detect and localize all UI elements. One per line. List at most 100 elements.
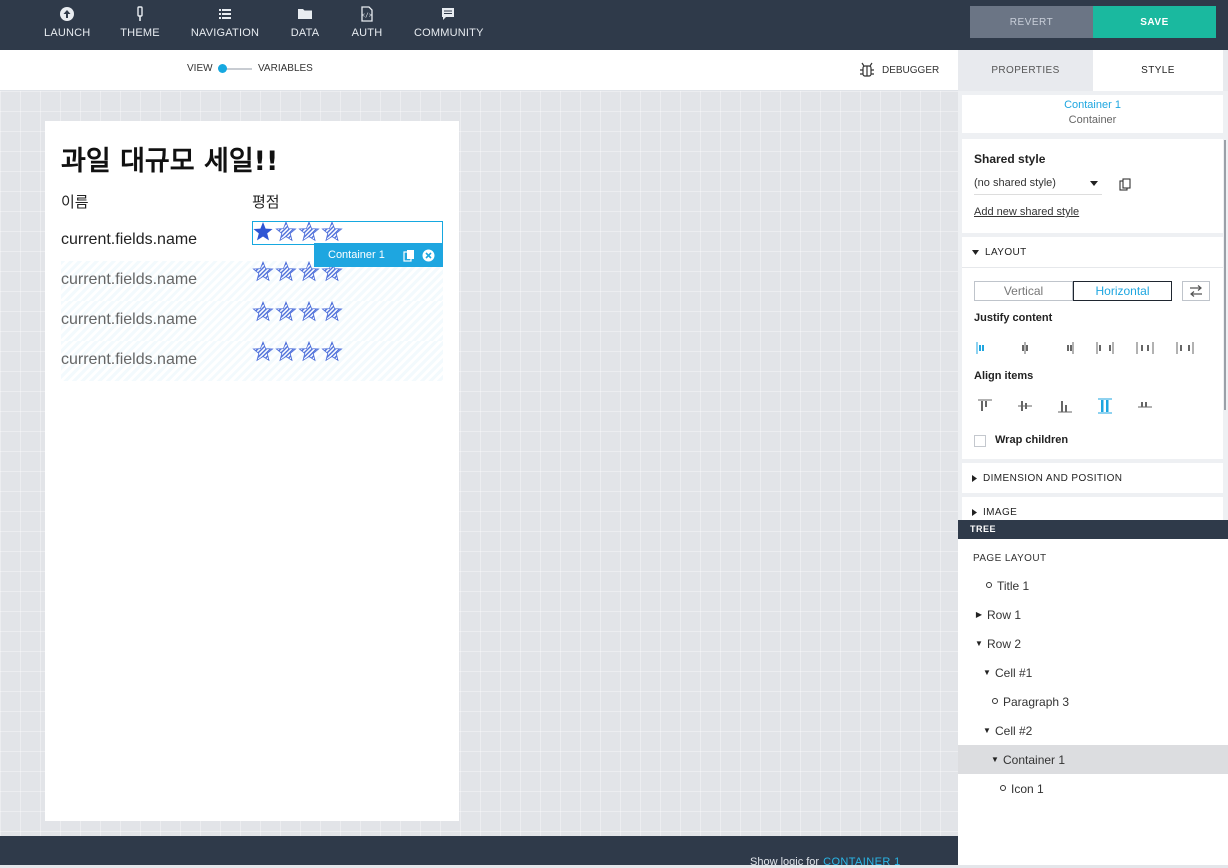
star-hatched-icon[interactable]: [298, 340, 320, 368]
tree-node-label: Row 2: [987, 636, 1022, 651]
chevron-down-icon[interactable]: ▼: [982, 726, 992, 735]
panel-scrollbar[interactable]: [1224, 140, 1226, 410]
align-center-icon[interactable]: [1016, 398, 1034, 414]
star-hatched-icon[interactable]: [321, 340, 343, 368]
tree-node[interactable]: Title 1: [958, 571, 1228, 600]
star-hatched-icon[interactable]: [275, 260, 297, 288]
leaf-dot-icon: [984, 581, 994, 590]
direction-segmented: Vertical Horizontal: [974, 281, 1174, 301]
wrap-children-checkbox[interactable]: [974, 435, 986, 447]
launch-icon: [44, 6, 90, 24]
nav-theme-label: THEME: [120, 27, 160, 39]
align-start-icon[interactable]: [976, 398, 994, 414]
nav-auth[interactable]: </> AUTH: [351, 6, 383, 46]
nav-theme[interactable]: THEME: [120, 6, 160, 46]
star-hatched-icon[interactable]: [252, 300, 274, 328]
auth-icon: </>: [351, 6, 383, 24]
leaf-dot-icon: [990, 697, 1000, 706]
row-name-cell: current.fields.name: [61, 231, 198, 248]
tree-node[interactable]: ▶ Row 1: [958, 600, 1228, 629]
bug-icon: [860, 62, 874, 77]
justify-content-label: Justify content: [974, 312, 1053, 324]
tab-properties[interactable]: PROPERTIES: [958, 50, 1093, 91]
chevron-down-icon[interactable]: ▼: [990, 755, 1000, 764]
column-header-rating[interactable]: 평점: [252, 191, 280, 212]
row-name-cell: current.fields.name: [61, 271, 198, 288]
table-row[interactable]: current.fields.name: [61, 260, 443, 301]
chevron-down-icon: [972, 249, 979, 255]
column-header-name[interactable]: 이름: [61, 191, 89, 212]
tree-page-layout-title: PAGE LAYOUT: [973, 553, 1047, 564]
table-row[interactable]: current.fields.name: [61, 300, 443, 341]
add-shared-style-link[interactable]: Add new shared style: [974, 206, 1079, 218]
nav-navigation[interactable]: NAVIGATION: [190, 6, 260, 46]
chevron-right-icon: [972, 508, 977, 516]
canvas-toolbar: VIEW VARIABLES DEBUGGER: [0, 50, 958, 91]
tree-node-label: Icon 1: [1011, 781, 1044, 796]
justify-start-icon[interactable]: [976, 340, 994, 356]
star-hatched-icon[interactable]: [275, 300, 297, 328]
variables-mode-label[interactable]: VARIABLES: [258, 63, 313, 74]
layout-accordion-header[interactable]: LAYOUT: [962, 237, 1223, 267]
justify-space-evenly-icon[interactable]: [1176, 340, 1194, 356]
delete-icon[interactable]: [422, 249, 435, 262]
image-section: IMAGE: [962, 497, 1223, 520]
justify-end-icon[interactable]: [1056, 340, 1074, 356]
tree-node[interactable]: ▼ Cell #1: [958, 658, 1228, 687]
tree-node[interactable]: Icon 1: [958, 774, 1228, 803]
chevron-right-icon[interactable]: ▶: [974, 610, 984, 619]
page-preview[interactable]: 과일 대규모 세일!! 이름 평점 current.fields.name cu…: [45, 121, 459, 821]
align-end-icon[interactable]: [1056, 398, 1074, 414]
tree-node[interactable]: ▼ Cell #2: [958, 716, 1228, 745]
layout-section: LAYOUT Vertical Horizontal Justify conte…: [962, 237, 1223, 459]
view-variables-toggle[interactable]: [218, 64, 227, 73]
tree-node[interactable]: Paragraph 3: [958, 687, 1228, 716]
table-row[interactable]: current.fields.name: [61, 340, 443, 381]
copy-icon[interactable]: [1119, 178, 1131, 191]
component-type: Container: [1068, 114, 1117, 126]
dimension-accordion-header[interactable]: DIMENSION AND POSITION: [962, 463, 1223, 493]
align-baseline-icon[interactable]: [1136, 398, 1154, 414]
image-accordion-header[interactable]: IMAGE: [962, 497, 1223, 520]
tab-style[interactable]: STYLE: [1093, 50, 1223, 91]
shared-style-section: Shared style (no shared style) Add new s…: [962, 139, 1223, 233]
chevron-down-icon[interactable]: ▼: [974, 639, 984, 648]
shared-style-select[interactable]: (no shared style): [974, 177, 1102, 195]
star-hatched-icon[interactable]: [298, 300, 320, 328]
align-items-options: [976, 398, 1154, 414]
justify-space-between-icon[interactable]: [1096, 340, 1114, 356]
rating-stars[interactable]: [252, 340, 343, 368]
duplicate-icon[interactable]: [403, 249, 416, 262]
logic-label: Show logic for: [750, 856, 820, 868]
nav-community[interactable]: COMMUNITY: [414, 6, 483, 46]
logic-bar: Show logic for CONTAINER 1: [0, 836, 958, 868]
rating-stars[interactable]: [252, 300, 343, 328]
justify-center-icon[interactable]: [1016, 340, 1034, 356]
page-title[interactable]: 과일 대규모 세일!!: [61, 139, 278, 178]
view-mode-label[interactable]: VIEW: [187, 63, 213, 74]
justify-space-around-icon[interactable]: [1136, 340, 1154, 356]
revert-button[interactable]: REVERT: [970, 6, 1093, 38]
star-hatched-icon[interactable]: [275, 340, 297, 368]
inspector-tabs: PROPERTIES STYLE: [958, 50, 1228, 91]
star-hatched-icon[interactable]: [252, 260, 274, 288]
tree-node-label: Title 1: [997, 578, 1030, 593]
save-button[interactable]: SAVE: [1093, 6, 1216, 38]
tree-node[interactable]: ▼ Row 2: [958, 629, 1228, 658]
selection-tag[interactable]: Container 1: [314, 243, 443, 267]
show-logic-button[interactable]: Show logic for CONTAINER 1: [750, 856, 901, 868]
horizontal-option[interactable]: Horizontal: [1073, 281, 1172, 301]
tree-node[interactable]: ▼ Container 1: [958, 745, 1228, 774]
debugger-button[interactable]: DEBUGGER: [858, 62, 939, 78]
nav-navigation-label: NAVIGATION: [190, 27, 260, 39]
vertical-option[interactable]: Vertical: [974, 281, 1073, 301]
reverse-direction-button[interactable]: [1182, 281, 1210, 301]
chevron-down-icon[interactable]: ▼: [982, 668, 992, 677]
nav-launch[interactable]: LAUNCH: [44, 6, 90, 46]
star-hatched-icon[interactable]: [252, 340, 274, 368]
leaf-dot-icon: [998, 784, 1008, 793]
selection-outline: [252, 221, 443, 245]
align-stretch-icon[interactable]: [1096, 398, 1114, 414]
nav-data[interactable]: DATA: [288, 6, 322, 46]
star-hatched-icon[interactable]: [321, 300, 343, 328]
